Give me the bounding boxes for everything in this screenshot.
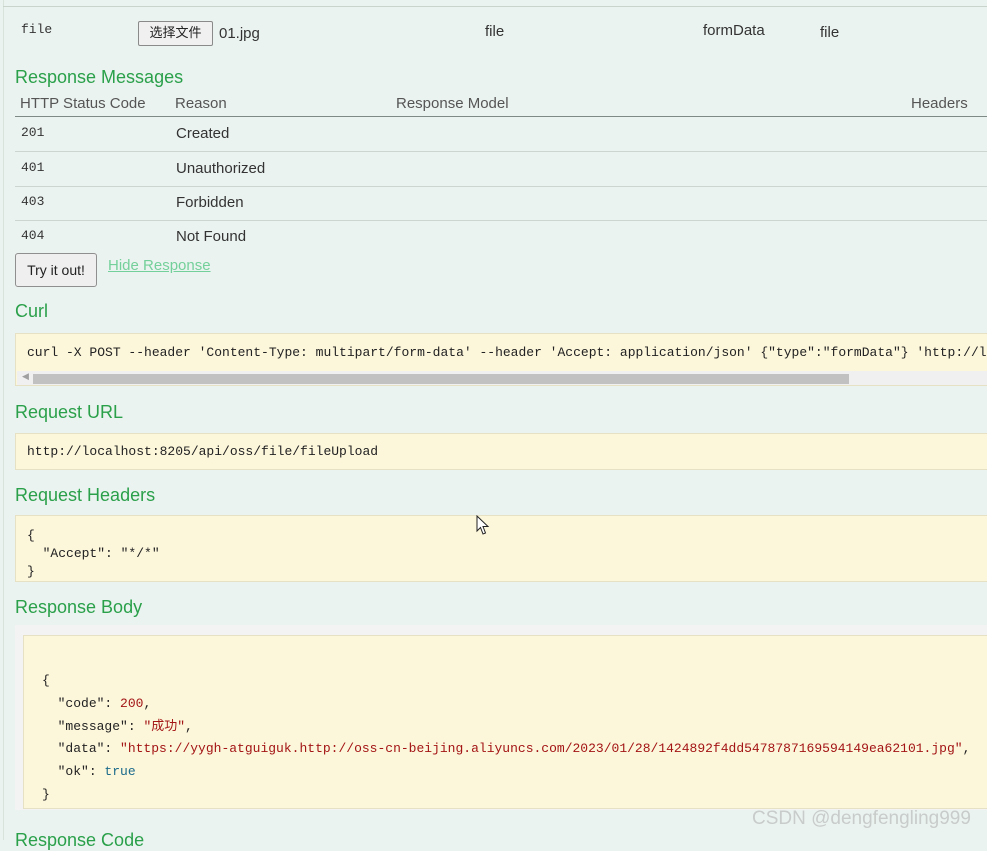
response-messages-header: HTTP Status Code Reason Response Model H…: [15, 93, 987, 117]
response-code-title: Response Code: [15, 830, 145, 850]
request-headers-block: { "Accept": "*/*" }: [15, 515, 987, 582]
response-body-container: { "code": 200, "message": "成功", "data": …: [15, 625, 987, 810]
json-close-brace: }: [27, 564, 35, 579]
status-reason: Forbidden: [176, 194, 244, 211]
status-code: 401: [21, 160, 45, 175]
json-value: "https://yygh-atguiguk.http://oss-cn-bei…: [120, 741, 963, 757]
status-code: 403: [21, 194, 45, 209]
left-border: [3, 0, 4, 840]
json-comma: ,: [962, 741, 971, 757]
try-it-out-button[interactable]: Try it out!: [15, 253, 97, 287]
json-key: "message":: [57, 718, 144, 734]
header-headers: Headers: [911, 95, 968, 112]
json-key: "ok":: [57, 764, 105, 780]
table-row: 403 Forbidden: [15, 186, 987, 221]
table-row: 401 Unauthorized: [15, 152, 987, 187]
json-key: "code":: [57, 695, 121, 711]
parameter-row: file 选择文件 01.jpg file formData file: [0, 7, 987, 57]
json-close-brace: }: [42, 786, 50, 802]
scrollbar-thumb[interactable]: [33, 374, 849, 384]
request-url-block: http://localhost:8205/api/oss/file/fileU…: [15, 433, 987, 470]
parameter-data-type: file: [820, 24, 840, 41]
table-row: 201 Created: [15, 117, 987, 152]
request-headers-json: { "Accept": "*/*" }: [27, 527, 160, 581]
hide-response-link[interactable]: Hide Response: [108, 257, 211, 274]
json-comma: ,: [143, 695, 152, 711]
status-code: 201: [21, 125, 45, 140]
request-url-title: Request URL: [15, 402, 124, 422]
request-url-text: http://localhost:8205/api/oss/file/fileU…: [27, 444, 379, 459]
json-comma: ,: [185, 718, 193, 734]
header-reason: Reason: [175, 95, 227, 112]
response-messages-title: Response Messages: [15, 67, 184, 87]
curl-command: curl -X POST --header 'Content-Type: mul…: [27, 345, 987, 360]
parameter-type: formData: [703, 22, 765, 39]
curl-title: Curl: [15, 301, 49, 321]
json-key: "data":: [57, 741, 121, 757]
watermark: CSDN @dengfengling999: [752, 808, 971, 829]
header-response-model: Response Model: [396, 95, 509, 112]
header-accept-line: "Accept": "*/*": [42, 546, 160, 561]
response-body-json: { "code": 200, "message": "成功", "data": …: [42, 670, 970, 807]
json-value: 200: [120, 695, 144, 711]
table-row: 404 Not Found: [15, 220, 987, 254]
json-open-brace: {: [42, 673, 50, 688]
header-status-code: HTTP Status Code: [20, 95, 146, 112]
status-reason: Created: [176, 125, 230, 142]
chosen-file-name: 01.jpg: [219, 25, 260, 42]
curl-block: curl -X POST --header 'Content-Type: mul…: [15, 333, 987, 386]
choose-file-button[interactable]: 选择文件: [138, 21, 213, 46]
json-value: "成功": [143, 718, 186, 734]
status-reason: Unauthorized: [176, 160, 266, 177]
response-body-title: Response Body: [15, 597, 143, 617]
mouse-cursor-icon: [476, 515, 490, 535]
status-reason: Not Found: [176, 228, 247, 245]
scroll-left-icon[interactable]: ◀: [22, 372, 29, 382]
parameter-name: file: [21, 22, 53, 37]
parameter-description: file: [485, 23, 505, 40]
json-value: true: [104, 764, 136, 780]
json-open-brace: {: [27, 528, 35, 543]
horizontal-scrollbar[interactable]: ◀: [17, 371, 987, 385]
request-headers-title: Request Headers: [15, 485, 156, 505]
status-code: 404: [21, 228, 45, 243]
response-body-block: { "code": 200, "message": "成功", "data": …: [23, 635, 987, 809]
